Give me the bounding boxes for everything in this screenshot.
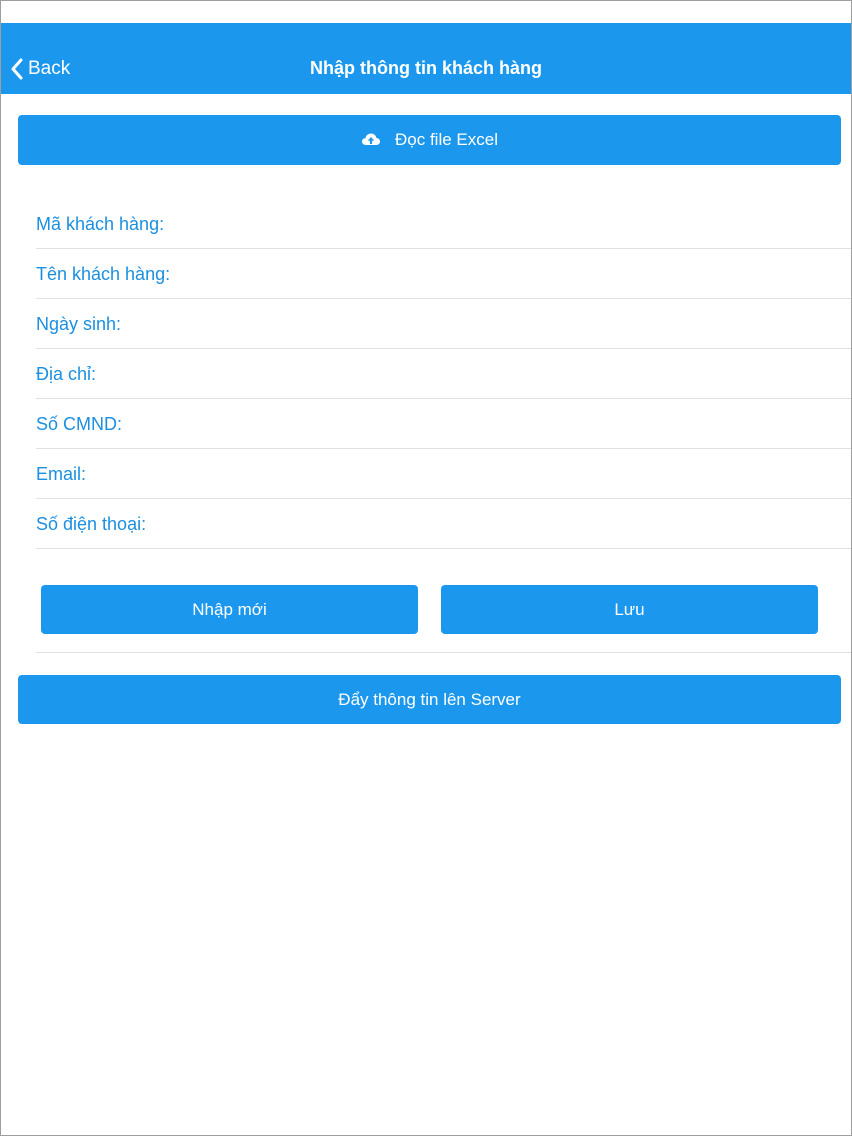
form-row-customer-code: Mã khách hàng:: [36, 199, 851, 249]
email-label: Email:: [36, 464, 87, 484]
read-excel-label: Đọc file Excel: [395, 130, 498, 149]
form-row-id-number: Số CMND:: [36, 399, 851, 449]
customer-form: Mã khách hàng: Tên khách hàng: Ngày sinh…: [36, 199, 851, 549]
address-input[interactable]: [102, 352, 851, 395]
push-to-server-label: Đẩy thông tin lên Server: [338, 689, 521, 709]
save-label: Lưu: [614, 599, 645, 619]
form-row-customer-name: Tên khách hàng:: [36, 249, 851, 299]
app-screen: Back Nhập thông tin khách hàng Đọc file …: [0, 0, 852, 1136]
page-title: Nhập thông tin khách hàng: [310, 58, 542, 78]
address-label: Địa chỉ:: [36, 364, 97, 384]
cloud-upload-icon: [362, 133, 380, 145]
form-row-address: Địa chỉ:: [36, 349, 851, 399]
phone-label: Số điện thoại:: [36, 514, 147, 534]
customer-name-label: Tên khách hàng:: [36, 264, 171, 284]
push-to-server-button[interactable]: Đẩy thông tin lên Server: [18, 675, 841, 724]
read-excel-button[interactable]: Đọc file Excel: [18, 115, 841, 165]
id-number-input[interactable]: [128, 402, 851, 445]
id-number-label: Số CMND:: [36, 414, 123, 434]
email-input[interactable]: [92, 452, 851, 495]
section-divider: [36, 652, 851, 653]
navigation-bar: Back Nhập thông tin khách hàng: [1, 23, 851, 94]
customer-code-input[interactable]: [170, 202, 851, 245]
birth-date-label: Ngày sinh:: [36, 314, 122, 334]
new-entry-label: Nhập mới: [192, 599, 267, 619]
customer-name-input[interactable]: [176, 252, 851, 295]
form-row-phone: Số điện thoại:: [36, 499, 851, 549]
form-row-birth-date: Ngày sinh:: [36, 299, 851, 349]
new-entry-button[interactable]: Nhập mới: [41, 585, 418, 634]
save-button[interactable]: Lưu: [441, 585, 818, 634]
form-row-email: Email:: [36, 449, 851, 499]
birth-date-input[interactable]: [127, 302, 851, 345]
customer-code-label: Mã khách hàng:: [36, 214, 165, 234]
status-bar: [1, 1, 851, 23]
phone-input[interactable]: [152, 502, 851, 545]
